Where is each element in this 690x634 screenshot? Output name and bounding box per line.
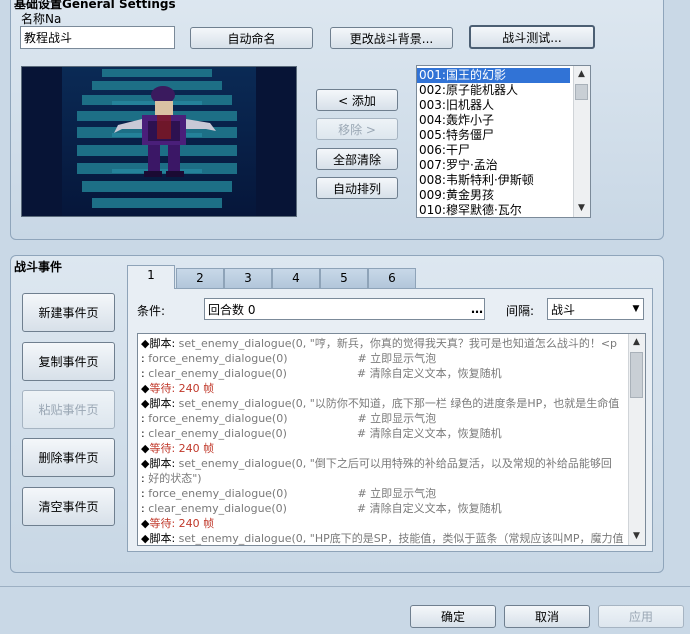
event-command-line[interactable]: : clear_enemy_dialogue(0) # 清除自定义文本，恢复随机 — [141, 426, 625, 441]
event-command-text: set_enemy_dialogue(0, "倒下之后可以用特殊的补给品复活，以… — [175, 457, 612, 470]
chevron-down-icon[interactable]: ▼ — [629, 304, 643, 314]
event-command-line[interactable]: ◆脚本: set_enemy_dialogue(0, "哼，新兵，你真的觉得我天… — [141, 336, 625, 351]
event-command-line[interactable]: : clear_enemy_dialogue(0) # 清除自定义文本，恢复随机 — [141, 366, 625, 381]
battle-events-title: 战斗事件 — [14, 260, 63, 274]
tab-page-5[interactable]: 5 — [320, 268, 368, 288]
battle-preview-image — [22, 67, 296, 216]
event-command-line[interactable]: : 好的状态") — [141, 471, 625, 486]
event-command-text: force_enemy_dialogue(0) # 立即显示气泡 — [144, 412, 437, 425]
enemy-list-item[interactable]: 010:穆罕默德·瓦尔 — [417, 203, 590, 217]
clear-all-button[interactable]: 全部清除 — [316, 148, 398, 170]
copy-event-page-button[interactable]: 复制事件页 — [22, 342, 115, 381]
scroll-up-icon[interactable]: ▲ — [574, 67, 589, 82]
event-command-text: clear_enemy_dialogue(0) # 清除自定义文本，恢复随机 — [144, 502, 502, 515]
enemy-list-item[interactable]: 005:特务僵尸 — [417, 128, 590, 143]
battle-preview[interactable] — [21, 66, 297, 217]
span-value: 战斗 — [551, 302, 576, 317]
enemy-list-item[interactable]: 009:黄金男孩 — [417, 188, 590, 203]
event-command-prefix: ◆脚本: — [141, 397, 176, 410]
enemy-list-item[interactable]: 003:旧机器人 — [417, 98, 590, 113]
event-command-line[interactable]: ◆等待: 240 帧 — [141, 516, 625, 531]
name-label: 名称Na — [21, 12, 62, 26]
scroll-down-icon[interactable]: ▼ — [574, 201, 589, 216]
event-command-text: force_enemy_dialogue(0) # 立即显示气泡 — [144, 487, 437, 500]
new-event-page-button[interactable]: 新建事件页 — [22, 293, 115, 332]
event-command-line[interactable]: : force_enemy_dialogue(0) # 立即显示气泡 — [141, 411, 625, 426]
enemy-list-scrollbar[interactable]: ▲ ▼ — [573, 66, 590, 217]
span-label: 间隔: — [506, 304, 535, 318]
change-background-button[interactable]: 更改战斗背景... — [330, 27, 453, 49]
condition-value: 回合数 0 — [208, 302, 256, 317]
scroll-thumb[interactable] — [575, 84, 588, 100]
event-command-prefix: ◆脚本: — [141, 337, 176, 350]
event-command-line[interactable]: : force_enemy_dialogue(0) # 立即显示气泡 — [141, 486, 625, 501]
event-command-text: 等待: 240 帧 — [149, 442, 215, 455]
tab-page-2[interactable]: 2 — [176, 268, 224, 288]
event-list-scrollbar[interactable]: ▲ ▼ — [628, 334, 645, 545]
paste-event-page-button[interactable]: 粘贴事件页 — [22, 390, 115, 429]
apply-button[interactable]: 应用 — [598, 605, 684, 628]
event-command-text: clear_enemy_dialogue(0) # 清除自定义文本，恢复随机 — [144, 427, 502, 440]
event-command-text: set_enemy_dialogue(0, "哼，新兵，你真的觉得我天真？我可是… — [175, 337, 618, 350]
event-command-line[interactable]: ◆等待: 240 帧 — [141, 441, 625, 456]
condition-label: 条件: — [137, 304, 166, 318]
battle-name-field[interactable]: 教程战斗 — [20, 26, 175, 49]
enemy-list-item[interactable]: 004:轰炸小子 — [417, 113, 590, 128]
scroll-thumb[interactable] — [630, 352, 643, 398]
event-command-text: 等待: 240 帧 — [149, 382, 215, 395]
enemy-list-item[interactable]: 002:原子能机器人 — [417, 83, 590, 98]
footer-divider — [0, 586, 690, 587]
event-command-text: clear_enemy_dialogue(0) # 清除自定义文本，恢复随机 — [144, 367, 502, 380]
tab-page-6[interactable]: 6 — [368, 268, 416, 288]
event-command-line[interactable]: ◆脚本: set_enemy_dialogue(0, "HP底下的是SP，技能值… — [141, 531, 625, 545]
event-command-text: 等待: 240 帧 — [149, 517, 215, 530]
enemy-list-item[interactable]: 008:韦斯特利·伊斯顿 — [417, 173, 590, 188]
condition-field[interactable]: 回合数 0 … — [204, 298, 485, 320]
auto-name-button[interactable]: 自动命名 — [190, 27, 313, 49]
event-command-line[interactable]: ◆脚本: set_enemy_dialogue(0, "倒下之后可以用特殊的补给… — [141, 456, 625, 471]
scroll-down-icon[interactable]: ▼ — [629, 529, 644, 544]
event-command-line[interactable]: ◆脚本: set_enemy_dialogue(0, "以防你不知道，底下那一栏… — [141, 396, 625, 411]
event-command-prefix: ◆脚本: — [141, 457, 176, 470]
event-command-list[interactable]: ◆脚本: set_enemy_dialogue(0, "哼，新兵，你真的觉得我天… — [137, 333, 646, 546]
event-command-prefix: ◆脚本: — [141, 532, 176, 545]
tab-page-1[interactable]: 1 — [127, 265, 175, 289]
event-command-text: force_enemy_dialogue(0) # 立即显示气泡 — [144, 352, 437, 365]
scroll-up-icon[interactable]: ▲ — [629, 335, 644, 350]
enemy-list-item[interactable]: 006:干尸 — [417, 143, 590, 158]
add-enemy-button[interactable]: < 添加 — [316, 89, 398, 111]
ok-button[interactable]: 确定 — [410, 605, 496, 628]
event-command-text: 好的状态") — [144, 472, 202, 485]
cancel-button[interactable]: 取消 — [504, 605, 590, 628]
event-command-line[interactable]: : clear_enemy_dialogue(0) # 清除自定义文本，恢复随机 — [141, 501, 625, 516]
event-lines: ◆脚本: set_enemy_dialogue(0, "哼，新兵，你真的觉得我天… — [141, 336, 625, 545]
enemy-list-item[interactable]: 007:罗宁·孟治 — [417, 158, 590, 173]
tab-page-3[interactable]: 3 — [224, 268, 272, 288]
enemy-list[interactable]: 001:国王的幻影 002:原子能机器人 003:旧机器人 004:轰炸小子 0… — [416, 65, 591, 218]
event-command-line[interactable]: : force_enemy_dialogue(0) # 立即显示气泡 — [141, 351, 625, 366]
remove-enemy-button[interactable]: 移除 > — [316, 118, 398, 140]
span-select[interactable]: 战斗 ▼ — [547, 298, 644, 320]
tab-page-4[interactable]: 4 — [272, 268, 320, 288]
clear-event-page-button[interactable]: 清空事件页 — [22, 487, 115, 526]
ellipsis-icon[interactable]: … — [470, 302, 484, 316]
battle-test-button[interactable]: 战斗测试... — [469, 25, 595, 49]
auto-arrange-button[interactable]: 自动排列 — [316, 177, 398, 199]
delete-event-page-button[interactable]: 删除事件页 — [22, 438, 115, 477]
event-command-line[interactable]: ◆等待: 240 帧 — [141, 381, 625, 396]
enemy-list-item[interactable]: 001:国王的幻影 — [417, 68, 570, 83]
event-command-text: set_enemy_dialogue(0, "以防你不知道，底下那一栏 绿色的进… — [175, 397, 620, 410]
event-command-text: set_enemy_dialogue(0, "HP底下的是SP，技能值，类似于蓝… — [175, 532, 624, 545]
